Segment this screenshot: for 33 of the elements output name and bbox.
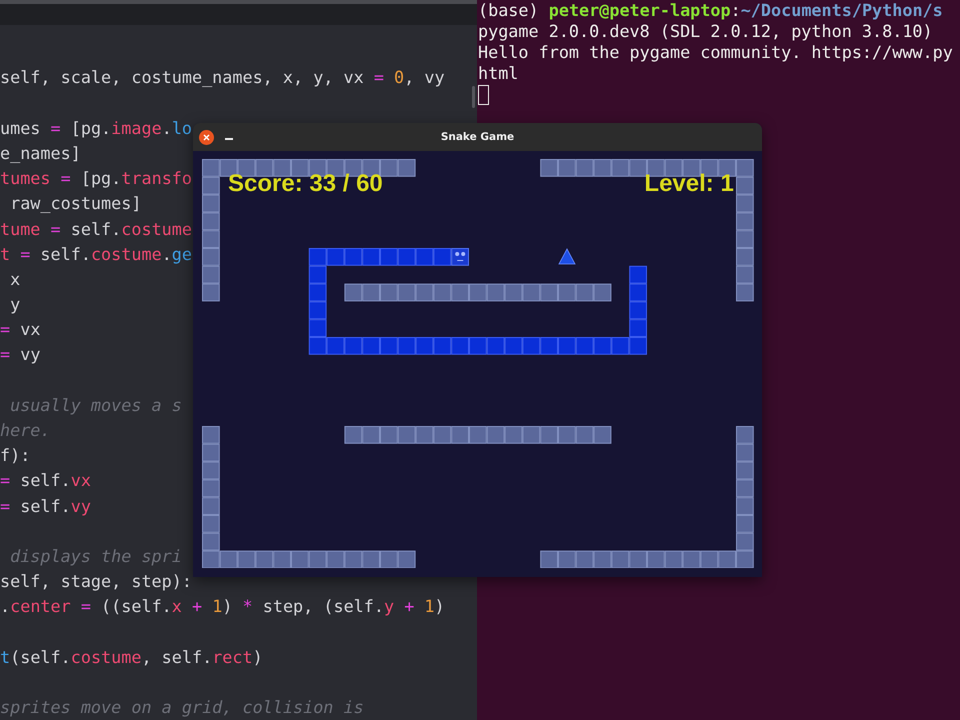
terminal-line: html <box>478 63 520 84</box>
code-line: x <box>9 268 20 291</box>
scrollbar-thumb[interactable] <box>472 86 475 108</box>
code-line: = vy <box>0 343 40 366</box>
score-text: Score: 33 / 60 <box>228 170 383 198</box>
code-line: raw_costumes] <box>9 192 142 216</box>
code-line: self, scale, costume_names, x, y, vx = 0, vy <box>0 66 445 90</box>
code-line: t = self.costume.ge <box>0 242 192 266</box>
code-line: usually moves a s <box>9 394 182 417</box>
code-line: umes = [pg.image.lo <box>0 116 192 140</box>
code-line: y <box>9 293 20 316</box>
code-line: here. <box>0 419 51 442</box>
code-line: displays the spri <box>9 544 182 568</box>
code-line: t(self.costume, self.rect) <box>0 646 263 669</box>
terminal-line: Hello from the pygame community. https://www.py <box>478 42 954 63</box>
code-line: = self.vx <box>0 469 91 492</box>
code-line: = self.vy <box>0 494 91 518</box>
code-line: .center = ((self.x + 1) * step, (self.y + 1) <box>0 595 445 618</box>
code-line: self, stage, step): <box>0 570 192 594</box>
terminal-line: pygame 2.0.0.dev8 (SDL 2.0.12, python 3.8.10) <box>478 21 934 42</box>
code-line: = vx <box>0 318 40 342</box>
code-line: tume = self.costume <box>0 218 192 241</box>
terminal-line: (base) peter@peter-laptop:~/Documents/Python/s <box>478 0 944 21</box>
minimize-button[interactable] <box>225 137 233 141</box>
code-line: e_names] <box>0 142 81 165</box>
code-line: tumes = [pg.transfo <box>0 167 192 190</box>
window-title: Snake Game <box>440 131 514 143</box>
code-line: sprites move on a grid, collision is <box>0 696 364 720</box>
level-text: Level: 1 <box>644 170 734 198</box>
text-cursor <box>478 85 489 105</box>
close-button[interactable] <box>199 130 214 144</box>
code-line: f): <box>0 444 30 468</box>
food-triangle <box>558 248 576 264</box>
